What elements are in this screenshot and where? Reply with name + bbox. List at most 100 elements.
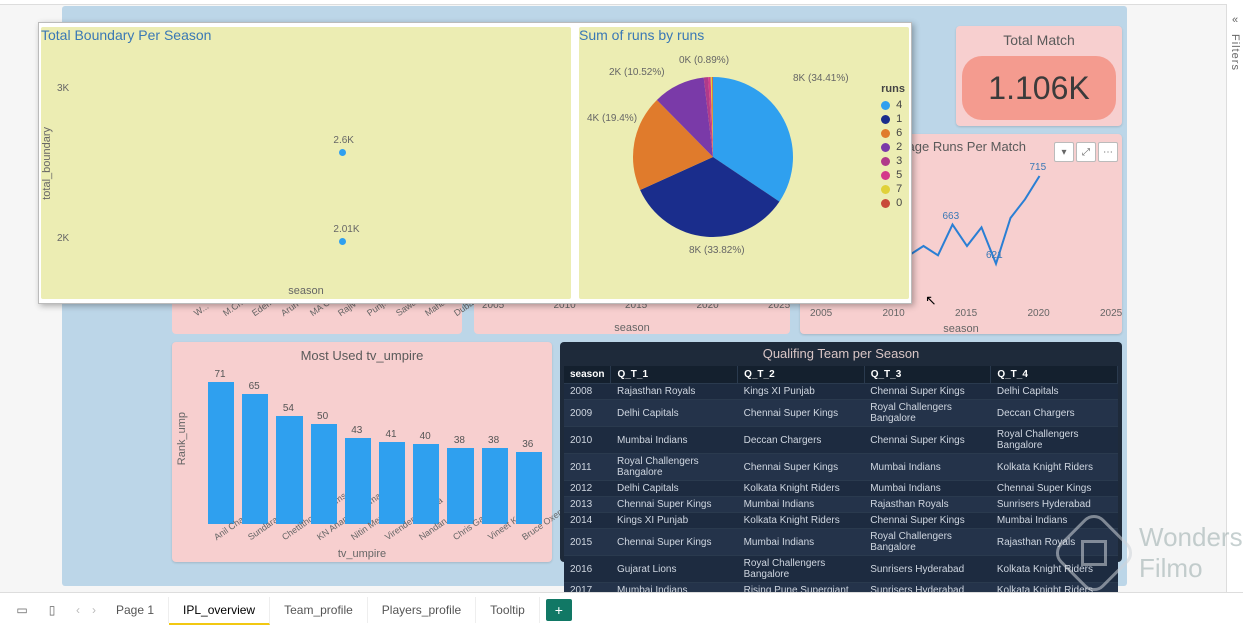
- pie-legend: runs 4 1 6 2 3 5 7 0: [881, 83, 905, 211]
- legend-item[interactable]: 6: [881, 127, 905, 139]
- table-row[interactable]: 2013Chennai Super KingsMumbai IndiansRaj…: [564, 497, 1118, 513]
- pie-label: 2K (10.52%): [609, 67, 665, 78]
- cell: Chennai Super Kings: [738, 454, 865, 481]
- tab-tooltip[interactable]: Tooltip: [476, 597, 540, 623]
- legend-item[interactable]: 2: [881, 141, 905, 153]
- column-header[interactable]: Q_T_1: [611, 366, 738, 384]
- bar: [516, 452, 542, 524]
- legend-item[interactable]: 7: [881, 183, 905, 195]
- filters-pane-collapsed[interactable]: « Filters: [1226, 4, 1243, 593]
- tab-players-profile[interactable]: Players_profile: [368, 597, 476, 623]
- qualifying-table[interactable]: seasonQ_T_1Q_T_2Q_T_3Q_T_4 2008Rajasthan…: [564, 366, 1118, 614]
- table-row[interactable]: 2011Royal Challengers BangaloreChennai S…: [564, 454, 1118, 481]
- legend-item[interactable]: 3: [881, 155, 905, 167]
- bar-plot: 71Anil Chaudhary65Sundaram Ravi54Chettit…: [208, 370, 542, 524]
- x-tick: 2015: [955, 308, 977, 319]
- legend-item[interactable]: 1: [881, 113, 905, 125]
- tab-page-1[interactable]: Page 1: [102, 597, 169, 623]
- cell: Sunrisers Hyderabad: [864, 556, 991, 583]
- filter-icon[interactable]: ▾: [1054, 142, 1074, 162]
- cell: Royal Challengers Bangalore: [611, 454, 738, 481]
- data-label: 2.01K: [333, 224, 359, 235]
- table-row[interactable]: 2012Delhi CapitalsKolkata Knight RidersM…: [564, 481, 1118, 497]
- table-row[interactable]: 2014Kings XI PunjabKolkata Knight Riders…: [564, 513, 1118, 529]
- bar: [345, 438, 371, 524]
- cell: 2016: [564, 556, 611, 583]
- cell: Mumbai Indians: [864, 481, 991, 497]
- focus-mode-icon[interactable]: ⤢: [1076, 142, 1096, 162]
- cell: Delhi Capitals: [611, 481, 738, 497]
- table-row[interactable]: 2016Gujarat LionsRoyal Challengers Banga…: [564, 556, 1118, 583]
- cell: 2014: [564, 513, 611, 529]
- pie-label: 0K (0.89%): [679, 55, 729, 66]
- tab-team-profile[interactable]: Team_profile: [270, 597, 368, 623]
- axis-label: season: [474, 322, 790, 334]
- cell: Royal Challengers Bangalore: [864, 529, 991, 556]
- desktop-layout-icon[interactable]: ▭: [10, 598, 34, 622]
- cell: 2010: [564, 427, 611, 454]
- pie-label: 4K (19.4%): [587, 113, 637, 124]
- legend-item[interactable]: 4: [881, 99, 905, 111]
- more-options-icon[interactable]: ⋯: [1098, 142, 1118, 162]
- legend-title: runs: [881, 83, 905, 95]
- table-row[interactable]: 2009Delhi CapitalsChennai Super KingsRoy…: [564, 400, 1118, 427]
- data-point: [339, 149, 346, 156]
- card-total-match[interactable]: Total Match 1.106K: [956, 26, 1122, 126]
- cell: Mumbai Indians: [864, 454, 991, 481]
- pie-label: 8K (33.82%): [689, 245, 745, 256]
- bar-value: 38: [482, 435, 506, 446]
- cell: Kolkata Knight Riders: [738, 513, 865, 529]
- popout-pie[interactable]: Sum of runs by runs runs 41623570 8K (34…: [579, 27, 909, 299]
- cell: Chennai Super Kings: [864, 427, 991, 454]
- bar-value: 38: [447, 435, 471, 446]
- tile-umpire-bar[interactable]: Most Used tv_umpire Rank_ump 71Anil Chau…: [172, 342, 552, 562]
- cell: Royal Challengers Bangalore: [991, 427, 1118, 454]
- cell: Chennai Super Kings: [991, 481, 1118, 497]
- next-page-icon[interactable]: ›: [86, 603, 102, 617]
- mobile-layout-icon[interactable]: ▯: [40, 598, 64, 622]
- bar-value: 40: [413, 431, 437, 442]
- x-tick: 2020: [1028, 308, 1050, 319]
- y-axis-label: total_boundary: [41, 127, 53, 200]
- cell: Kolkata Knight Riders: [738, 481, 865, 497]
- tile-qualifying-table[interactable]: Qualifing Team per Season seasonQ_T_1Q_T…: [560, 342, 1122, 562]
- add-page-button[interactable]: +: [546, 599, 572, 621]
- popout-scatter[interactable]: Total Boundary Per Season total_boundary…: [41, 27, 571, 299]
- cell: Deccan Chargers: [738, 427, 865, 454]
- cell: Chennai Super Kings: [611, 497, 738, 513]
- x-tick: 2005: [810, 308, 832, 319]
- visual-toolbar: ▾ ⤢ ⋯: [1054, 142, 1118, 162]
- cell: Chennai Super Kings: [611, 529, 738, 556]
- cell: Chennai Super Kings: [738, 400, 865, 427]
- bar-value: 43: [345, 425, 369, 436]
- column-header[interactable]: Q_T_4: [991, 366, 1118, 384]
- filters-label: Filters: [1229, 34, 1241, 71]
- chart-title: Total Boundary Per Season: [41, 27, 571, 43]
- chevron-left-icon[interactable]: «: [1232, 14, 1238, 26]
- legend-item[interactable]: 0: [881, 197, 905, 209]
- column-header[interactable]: season: [564, 366, 611, 384]
- cell: Royal Challengers Bangalore: [864, 400, 991, 427]
- cell: Chennai Super Kings: [864, 384, 991, 400]
- bar-value: 65: [242, 381, 266, 392]
- table-row[interactable]: 2015Chennai Super KingsMumbai IndiansRoy…: [564, 529, 1118, 556]
- y-tick: 2K: [57, 233, 69, 244]
- column-header[interactable]: Q_T_2: [738, 366, 865, 384]
- legend-item[interactable]: 5: [881, 169, 905, 181]
- tab-ipl-overview[interactable]: IPL_overview: [169, 597, 270, 625]
- bar: [242, 394, 268, 524]
- popout-tooltip: Total Boundary Per Season total_boundary…: [38, 22, 912, 304]
- column-header[interactable]: Q_T_3: [864, 366, 991, 384]
- bar-value: 50: [311, 411, 335, 422]
- chart-title: Sum of runs by runs: [579, 27, 909, 43]
- axis-label: season: [800, 323, 1122, 335]
- cell: Kings XI Punjab: [611, 513, 738, 529]
- value-label: 621: [986, 250, 1003, 261]
- cell: 2015: [564, 529, 611, 556]
- table-row[interactable]: 2010Mumbai IndiansDeccan ChargersChennai…: [564, 427, 1118, 454]
- prev-page-icon[interactable]: ‹: [70, 603, 86, 617]
- bar-value: 41: [379, 429, 403, 440]
- watermark-line2: Filmo: [1139, 553, 1243, 584]
- bar: [447, 448, 473, 524]
- table-row[interactable]: 2008Rajasthan RoyalsKings XI PunjabChenn…: [564, 384, 1118, 400]
